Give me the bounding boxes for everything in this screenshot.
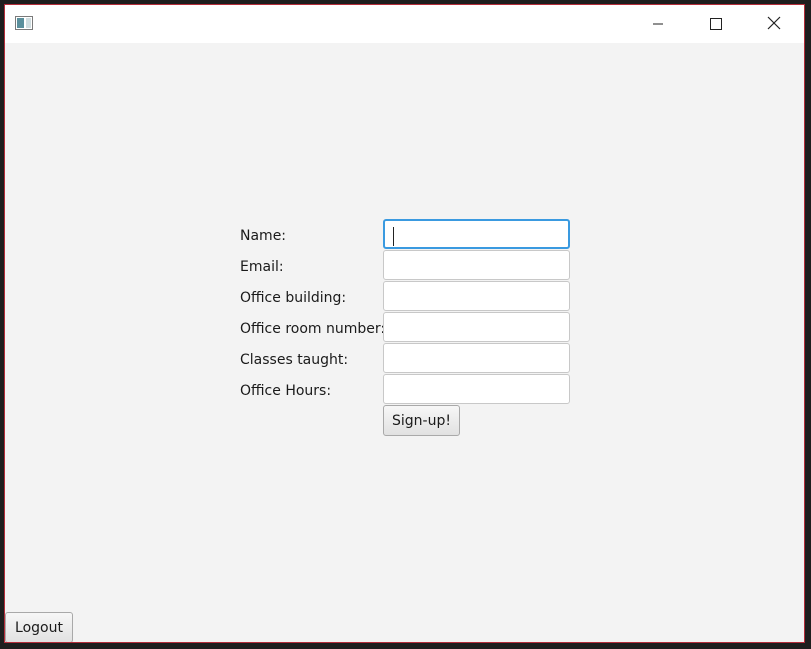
form-content: Name: Email: Office building: Office roo… bbox=[5, 43, 804, 642]
office-room-field[interactable] bbox=[383, 312, 570, 342]
minimize-icon bbox=[652, 15, 664, 34]
close-icon bbox=[767, 15, 781, 34]
app-window: Name: Email: Office building: Office roo… bbox=[4, 4, 805, 643]
signup-button[interactable]: Sign-up! bbox=[383, 405, 460, 436]
maximize-icon bbox=[710, 15, 722, 34]
email-field[interactable] bbox=[383, 250, 570, 280]
text-caret bbox=[393, 227, 394, 246]
office-building-field[interactable] bbox=[383, 281, 570, 311]
email-label: Email: bbox=[240, 259, 284, 275]
close-button[interactable] bbox=[745, 5, 803, 43]
maximize-button[interactable] bbox=[687, 5, 745, 43]
name-field[interactable] bbox=[383, 219, 570, 249]
office-room-label: Office room number: bbox=[240, 321, 386, 337]
office-hours-field[interactable] bbox=[383, 374, 570, 404]
title-bar bbox=[5, 5, 804, 43]
classes-taught-label: Classes taught: bbox=[240, 352, 349, 368]
logout-button[interactable]: Logout bbox=[5, 612, 73, 642]
minimize-button[interactable] bbox=[629, 5, 687, 43]
office-building-label: Office building: bbox=[240, 290, 347, 306]
name-label: Name: bbox=[240, 228, 287, 244]
classes-taught-field[interactable] bbox=[383, 343, 570, 373]
office-hours-label: Office Hours: bbox=[240, 383, 332, 399]
app-icon bbox=[15, 15, 33, 30]
